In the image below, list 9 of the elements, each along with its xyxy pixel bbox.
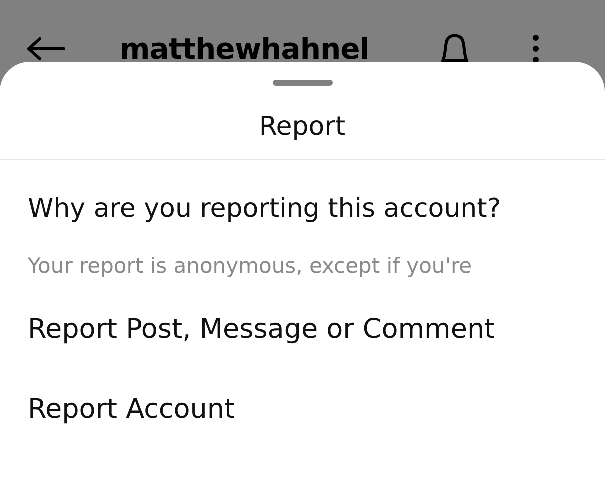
back-arrow-icon[interactable] [26, 37, 66, 61]
report-option[interactable]: Report Account [0, 370, 605, 450]
drag-handle[interactable] [272, 80, 332, 86]
anonymity-note: Your report is anonymous, except if you're [28, 253, 474, 280]
more-options-icon[interactable] [532, 34, 540, 64]
profile-username: matthewhahnel [120, 34, 370, 64]
report-option[interactable]: Report Post, Message or Comment [0, 290, 605, 370]
question-heading: Why are you reporting this account? [28, 193, 502, 226]
sheet-title: Report [258, 111, 347, 144]
